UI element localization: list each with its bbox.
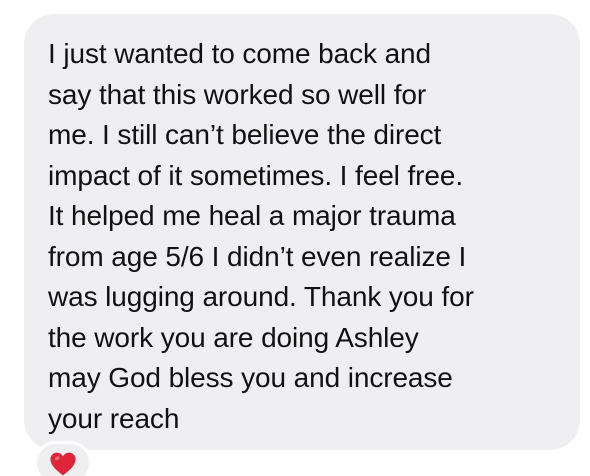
reaction-badge[interactable]: [34, 441, 92, 476]
message-line: your reach: [48, 402, 180, 434]
message-line: say that this worked so well for: [48, 78, 427, 110]
message-line: was lugging around. Thank you for: [48, 281, 474, 312]
message-line: me. I still can’t believe the direct: [48, 119, 442, 150]
message-line: from age 5/6 I didn’t even realize I: [48, 240, 467, 272]
message-line: It helped me heal a major trauma: [48, 200, 456, 231]
message-line: impact of it sometimes. I feel free.: [48, 159, 463, 191]
message-text: I just wanted to come back and say that …: [48, 34, 564, 439]
chat-view: I just wanted to come back and say that …: [0, 0, 590, 476]
message-line: I just wanted to come back and: [48, 38, 431, 69]
message-line: may God bless you and increase: [48, 362, 453, 393]
message-bubble[interactable]: I just wanted to come back and say that …: [24, 14, 580, 450]
message-line: the work you are doing Ashley: [48, 321, 419, 353]
heart-icon: [50, 452, 76, 476]
